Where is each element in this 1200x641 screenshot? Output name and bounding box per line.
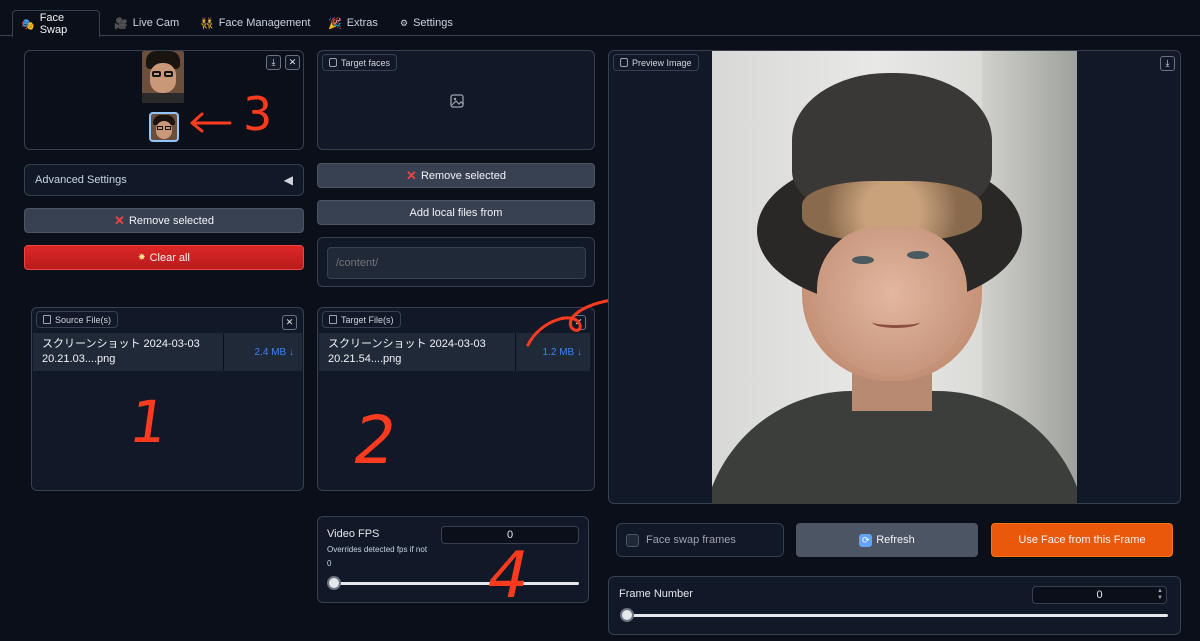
source-file-row[interactable]: スクリーンショット 2024-03-03 20.21.03....png 2.4… [33,333,302,371]
label-text: Preview Image [632,57,692,68]
button-label: Add local files from [409,206,503,219]
tab-label: Extras [346,17,378,29]
tab-face-swap[interactable]: 🎭 Face Swap [12,10,100,37]
source-files-panel[interactable]: Source File(s) ✕ スクリーンショット 2024-03-03 20… [31,307,304,491]
label-text: Source File(s) [55,314,112,325]
advanced-settings-accordion[interactable]: Advanced Settings ◀ [24,164,304,196]
label-text: Target faces [341,57,391,68]
use-face-from-frame-button[interactable]: Use Face from this Frame [991,523,1173,557]
file-name: スクリーンショット 2024-03-03 20.21.54....png [319,337,486,367]
divider [223,333,224,371]
people-icon: 👯 [200,17,214,30]
target-faces-panel: Target faces [317,50,595,150]
preview-image-label: Preview Image [613,54,699,71]
preview-photo[interactable] [712,51,1077,504]
tab-extras[interactable]: 🎉 Extras [320,10,386,36]
red-x-icon: ✕ [114,212,125,228]
file-icon [329,315,337,324]
file-name-line-2: 20.21.54....png [328,353,402,365]
annotation-one: 1 [125,388,172,456]
frame-number-panel: Frame Number 0 ▲ ▼ [608,576,1181,635]
gear-icon: ⚙ [400,17,409,28]
tab-label: Live Cam [132,17,180,29]
remove-selected-target-button[interactable]: ✕ Remove selected [317,163,595,188]
target-files-label: Target File(s) [322,311,401,328]
tab-label: Face Swap [39,12,68,36]
video-fps-hint: Overrides detected fps if not [327,545,428,554]
annotation-four: 4 [480,539,537,613]
file-size-link[interactable]: 2.4 MB ↓ [255,347,294,358]
preview-image-panel: Preview Image ⤓ [608,50,1181,504]
source-face-preview[interactable] [142,51,184,103]
video-fps-slider[interactable] [332,582,579,585]
stepper-icon[interactable]: ▲ ▼ [1157,588,1163,602]
add-local-files-button[interactable]: Add local files from [317,200,595,225]
frame-number-slider[interactable] [625,614,1168,617]
source-faces-gallery: ⤓ ✕ 3 [24,50,304,150]
sparkle-icon: ✸ [138,252,146,262]
tab-settings[interactable]: ⚙ Settings [392,10,461,36]
video-fps-panel: Video FPS Overrides detected fps if not … [317,516,589,613]
file-name-line-2: 20.21.03....png [42,353,116,365]
source-files-label: Source File(s) [36,311,119,328]
button-label: Clear all [149,251,190,264]
checkbox-label: Face swap frames [646,534,736,546]
file-icon [43,315,51,324]
input-value: 0 [1096,589,1103,601]
remove-selected-button[interactable]: ✕ Remove selected [24,208,304,233]
divider [515,333,516,371]
video-fps-label: Video FPS [327,528,380,540]
tab-face-management[interactable]: 👯 Face Management [192,10,318,36]
file-name-line-1: スクリーンショット 2024-03-03 [328,338,486,350]
tab-label: Settings [413,17,453,29]
tab-label: Face Management [218,17,311,29]
file-name: スクリーンショット 2024-03-03 20.21.03....png [33,337,200,367]
clear-all-button[interactable]: ✸ Clear all [24,245,304,270]
image-icon [620,58,628,67]
file-name-line-1: スクリーンショット 2024-03-03 [42,338,200,350]
refresh-icon: ⟳ [859,533,873,547]
download-icon[interactable]: ⤓ [1160,56,1175,71]
frame-number-label: Frame Number [619,588,693,600]
theater-masks-icon: 🎭 [21,18,35,31]
triangle-left-icon: ◀ [283,173,293,187]
button-label: Use Face from this Frame [1018,534,1146,546]
tab-bar: 🎭 Face Swap 🎥 Live Cam 👯 Face Management… [0,0,1200,37]
close-icon[interactable]: ✕ [285,55,300,70]
annotation-arrow [190,112,232,133]
button-label: Remove selected [128,214,214,227]
source-face-thumbnail[interactable] [149,112,179,142]
button-label: Remove selected [420,169,506,182]
button-label: Refresh [876,534,915,546]
face-swap-frames-checkbox[interactable] [626,533,639,547]
frame-number-input[interactable]: 0 ▲ ▼ [1032,586,1167,604]
video-fps-hint-value: 0 [327,559,332,568]
image-placeholder-icon [450,94,464,108]
label-text: Target File(s) [341,314,394,325]
annotation-three: 3 [243,87,273,141]
download-icon[interactable]: ⤓ [266,55,281,70]
refresh-button[interactable]: ⟳ Refresh [796,523,978,557]
red-x-icon: ✕ [406,167,417,183]
frame-number-slider-thumb[interactable] [620,608,634,622]
tab-live-cam[interactable]: 🎥 Live Cam [106,10,187,36]
advanced-settings-label: Advanced Settings [35,174,127,186]
annotation-two: 2 [347,402,403,479]
close-icon[interactable]: ✕ [282,315,297,330]
video-fps-slider-thumb[interactable] [327,576,341,590]
party-popper-icon: 🎉 [328,17,342,30]
face-swap-frames-checkbox-container[interactable]: Face swap frames [616,523,784,557]
path-input[interactable] [327,247,586,279]
target-faces-label: Target faces [322,54,398,71]
video-camera-icon: 🎥 [114,17,128,30]
image-icon [329,58,337,67]
